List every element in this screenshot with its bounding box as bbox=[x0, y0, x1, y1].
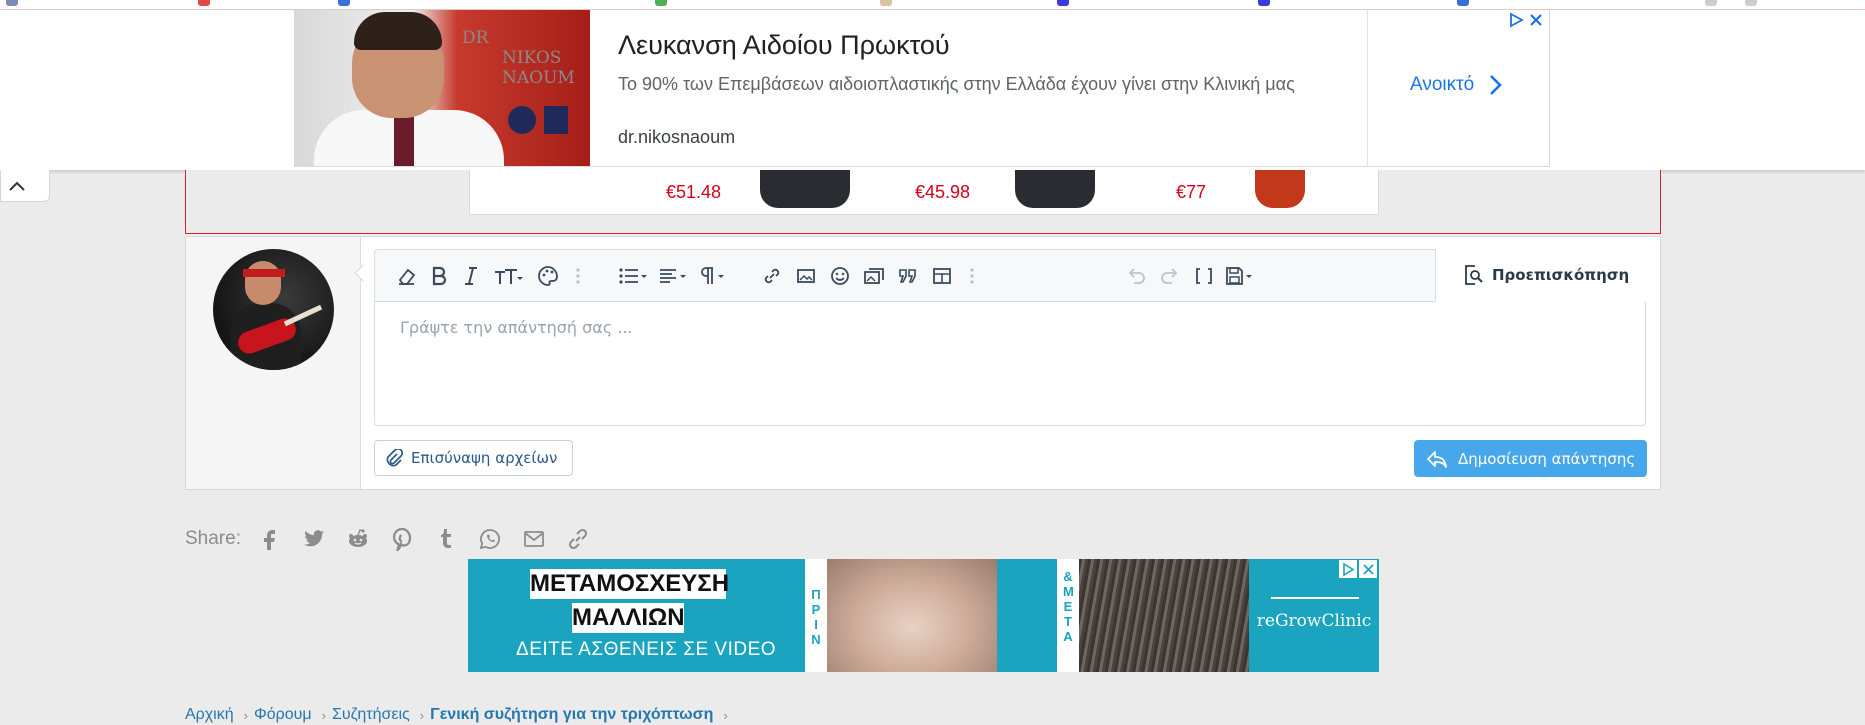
table-icon[interactable] bbox=[929, 263, 955, 289]
ad-choices[interactable] bbox=[1508, 12, 1544, 28]
ad-headline: ΜΑΛΛΙΩΝ bbox=[572, 603, 685, 633]
reply-textarea-placeholder[interactable]: Γράψτε την απάντησή σας ... bbox=[400, 318, 633, 337]
more-vertical-icon[interactable] bbox=[565, 263, 591, 289]
product-price[interactable]: €45.98 bbox=[915, 182, 970, 203]
twitter-icon[interactable] bbox=[300, 525, 328, 553]
chevron-right-icon bbox=[1490, 75, 1503, 95]
ad-logo: DR NIKOS NAOUM bbox=[462, 28, 575, 88]
attach-files-button[interactable]: Επισύναψη αρχείων bbox=[374, 440, 573, 476]
bookmarks-bar bbox=[0, 0, 1865, 10]
adchoices-icon[interactable] bbox=[1339, 560, 1357, 578]
ad-domain[interactable]: dr.nikosnaoum bbox=[618, 127, 735, 148]
ad-after-image bbox=[1079, 559, 1249, 672]
product-seat-cover-image[interactable] bbox=[760, 170, 850, 208]
share-label: Share: bbox=[185, 528, 241, 549]
reply-icon bbox=[1427, 450, 1447, 468]
eraser-icon[interactable] bbox=[394, 263, 420, 289]
ad-title[interactable]: Λευκανση Αιδοίου Πρωκτού bbox=[618, 30, 950, 61]
ad-headline: ΜΕΤΑΜΟΣΧΕΥΣΗ bbox=[530, 569, 730, 599]
smiley-icon[interactable] bbox=[827, 263, 853, 289]
email-icon[interactable] bbox=[520, 525, 548, 553]
align-icon[interactable] bbox=[655, 263, 691, 289]
redo-icon[interactable] bbox=[1157, 263, 1183, 289]
save-icon[interactable] bbox=[1221, 263, 1257, 289]
ad-doctor-image[interactable]: DR NIKOS NAOUM bbox=[294, 10, 590, 166]
ad-before-label: ΠΡΙΝ bbox=[805, 559, 827, 672]
quote-icon[interactable] bbox=[895, 263, 921, 289]
adchoices-icon[interactable] bbox=[1508, 12, 1524, 28]
ad-choices[interactable] bbox=[1339, 560, 1377, 578]
breadcrumb-item-forum[interactable]: Φόρουμ bbox=[254, 706, 312, 724]
share-bar: Share: bbox=[185, 525, 608, 553]
product-strip[interactable]: €51.48 €45.98 €77 bbox=[469, 170, 1379, 215]
product-price[interactable]: €51.48 bbox=[666, 182, 721, 203]
more-vertical-icon[interactable] bbox=[959, 263, 985, 289]
whatsapp-icon[interactable] bbox=[476, 525, 504, 553]
brackets-icon[interactable] bbox=[1191, 263, 1217, 289]
product-seat-image[interactable] bbox=[1015, 170, 1095, 208]
bold-icon[interactable] bbox=[426, 263, 452, 289]
chevron-right-icon: › bbox=[321, 707, 326, 723]
post-reply-button[interactable]: Δημοσίευση απάντησης bbox=[1414, 440, 1647, 477]
breadcrumb-item-home[interactable]: Αρχική bbox=[185, 706, 234, 724]
ad-certification-badge-icon bbox=[508, 106, 536, 134]
media-icon[interactable] bbox=[861, 263, 887, 289]
breadcrumb-item-discussions[interactable]: Συζητήσεις bbox=[332, 706, 410, 724]
ad-description: Το 90% των Επεμβάσεων αιδοιοπλαστικής στ… bbox=[618, 74, 1295, 94]
collapse-ad-button[interactable] bbox=[0, 170, 50, 202]
close-icon[interactable] bbox=[1528, 12, 1544, 28]
chevron-right-icon: › bbox=[243, 707, 248, 723]
link-icon[interactable] bbox=[759, 263, 785, 289]
quick-reply: Προεπισκόπηση Γράψτε την απάντησή σας ..… bbox=[185, 236, 1661, 490]
reply-user-column bbox=[186, 237, 361, 489]
facebook-icon[interactable] bbox=[256, 525, 284, 553]
preview-button[interactable]: Προεπισκόπηση bbox=[1435, 249, 1646, 302]
ad-subline: ΔΕΙΤΕ ΑΣΘΕΝΕΙΣ ΣΕ VIDEO bbox=[516, 639, 777, 660]
editor-toolbar: Προεπισκόπηση bbox=[375, 249, 1646, 302]
palette-icon[interactable] bbox=[535, 263, 561, 289]
chevron-right-icon: › bbox=[419, 707, 425, 723]
top-advertisement[interactable]: DR NIKOS NAOUM Λευκανση Αιδοίου Πρωκτού … bbox=[0, 10, 1865, 170]
paperclip-icon bbox=[386, 449, 403, 467]
undo-icon[interactable] bbox=[1123, 263, 1149, 289]
italic-icon[interactable] bbox=[458, 263, 484, 289]
image-icon[interactable] bbox=[793, 263, 819, 289]
reddit-icon[interactable] bbox=[344, 525, 372, 553]
breadcrumb: Αρχική › Φόρουμ › Συζητήσεις › Γενική συ… bbox=[185, 706, 734, 724]
list-icon[interactable] bbox=[615, 263, 651, 289]
product-price[interactable]: €77 bbox=[1176, 182, 1206, 203]
paragraph-icon[interactable] bbox=[695, 263, 731, 289]
tumblr-icon[interactable] bbox=[432, 525, 460, 553]
ad-open-button[interactable]: Ανοικτό bbox=[1410, 74, 1503, 96]
preview-icon bbox=[1465, 265, 1483, 285]
ad-after-label: & ΜΕΤΑ bbox=[1057, 559, 1079, 672]
product-jump-starter-image[interactable] bbox=[1255, 170, 1305, 208]
ad-certification-badge-icon bbox=[544, 106, 568, 134]
text-size-icon[interactable] bbox=[490, 263, 526, 289]
breadcrumb-item-current[interactable]: Γενική συζήτηση για την τριχόπτωση bbox=[430, 706, 713, 724]
rich-text-editor[interactable]: Προεπισκόπηση Γράψτε την απάντησή σας ..… bbox=[374, 249, 1646, 426]
chevron-up-icon bbox=[9, 181, 25, 191]
chevron-right-icon: › bbox=[723, 707, 728, 723]
pinterest-icon[interactable] bbox=[388, 525, 416, 553]
link-icon[interactable] bbox=[564, 525, 592, 553]
bottom-advertisement[interactable]: ΜΕΤΑΜΟΣΧΕΥΣΗ ΜΑΛΛΙΩΝ ΔΕΙΤΕ ΑΣΘΕΝΕΙΣ ΣΕ V… bbox=[468, 559, 1379, 672]
ad-before-image bbox=[827, 559, 997, 672]
close-icon[interactable] bbox=[1359, 560, 1377, 578]
avatar[interactable] bbox=[213, 249, 334, 370]
